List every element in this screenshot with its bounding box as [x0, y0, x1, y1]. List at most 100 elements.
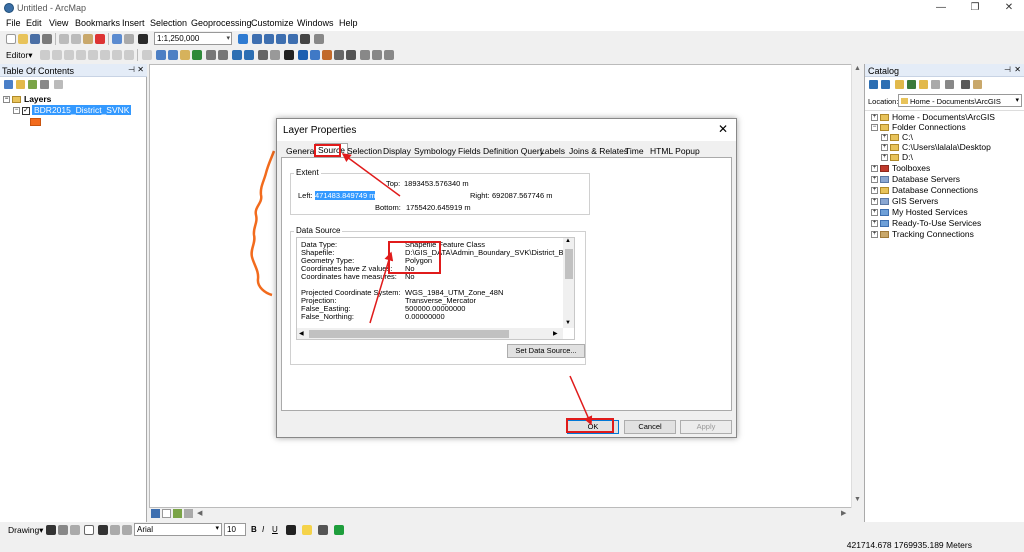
menu-bookmarks[interactable]: Bookmarks — [75, 18, 120, 28]
layer-symbol-swatch[interactable] — [30, 118, 41, 126]
marker-color-icon[interactable] — [334, 525, 344, 535]
font-combo[interactable]: Arial ▾ — [134, 523, 222, 536]
map-scale-combo[interactable]: 1:1,250,000 ▾ — [154, 32, 232, 45]
refresh-icon[interactable] — [173, 509, 182, 518]
editor-toolbar-icon[interactable] — [238, 34, 248, 44]
minimize-button[interactable]: — — [934, 2, 948, 14]
toggle-contents-icon[interactable] — [961, 80, 970, 89]
scroll-up-icon[interactable]: ▲ — [565, 238, 571, 244]
catalog-item-ready-to-use[interactable]: + Ready-To-Use Services — [871, 218, 981, 228]
drawing-menu[interactable]: Drawing▾ — [8, 525, 43, 536]
layers-root[interactable]: − Layers — [3, 94, 51, 104]
arctoolbox-icon[interactable] — [288, 34, 298, 44]
cut-icon[interactable] — [59, 34, 69, 44]
connect-folder-icon[interactable] — [919, 80, 928, 89]
open-icon[interactable] — [18, 34, 28, 44]
callout-icon[interactable] — [110, 525, 120, 535]
close-icon[interactable]: ✕ — [718, 122, 728, 136]
font-color-icon[interactable] — [286, 525, 296, 535]
line-color-icon[interactable] — [318, 525, 328, 535]
catalog-item-database-connections[interactable]: + Database Connections — [871, 185, 978, 195]
go-back-icon[interactable] — [232, 50, 242, 60]
layer-name[interactable]: BDR2015_District_SVNK — [32, 105, 132, 115]
save-icon[interactable] — [30, 34, 40, 44]
scroll-left-icon[interactable]: ◀ — [299, 330, 304, 337]
catalog-item-gis-servers[interactable]: + GIS Servers — [871, 196, 938, 206]
pan-icon[interactable] — [180, 50, 190, 60]
expand-icon[interactable]: + — [871, 187, 878, 195]
collapse-icon[interactable]: − — [13, 107, 20, 115]
menu-customize[interactable]: Customize — [251, 18, 294, 28]
launch-arccatalog-icon[interactable] — [973, 80, 982, 89]
delete-icon[interactable] — [95, 34, 105, 44]
extent-left-value[interactable]: 471483.849749 m — [315, 191, 376, 200]
pin-icon[interactable]: ⊣ — [1004, 65, 1011, 74]
catalog-item-desktop[interactable]: + C:\Users\lalala\Desktop — [881, 142, 991, 152]
paste-icon[interactable] — [83, 34, 93, 44]
go-forward-icon[interactable] — [244, 50, 254, 60]
new-icon[interactable] — [6, 34, 16, 44]
edit-annotation-icon[interactable] — [52, 50, 62, 60]
apply-button[interactable]: Apply — [680, 420, 732, 434]
hyperlink-icon[interactable] — [360, 50, 370, 60]
model-builder-icon[interactable] — [314, 34, 324, 44]
zoom-out-icon[interactable] — [168, 50, 178, 60]
redo-icon[interactable] — [124, 34, 134, 44]
expand-icon[interactable]: + — [871, 209, 878, 217]
edit-tool-icon[interactable] — [40, 50, 50, 60]
restore-button[interactable]: ❐ — [968, 2, 982, 14]
menu-insert[interactable]: Insert — [122, 18, 145, 28]
fixed-zoom-out-icon[interactable] — [218, 50, 228, 60]
close-window-button[interactable]: ✕ — [1002, 2, 1016, 14]
close-icon[interactable]: ✕ — [137, 65, 144, 74]
options-icon[interactable] — [54, 80, 63, 89]
expand-icon[interactable]: + — [871, 198, 878, 206]
menu-edit[interactable]: Edit — [26, 18, 42, 28]
zoom-to-selected-icon[interactable] — [70, 525, 80, 535]
scroll-down-icon[interactable]: ▼ — [854, 496, 861, 503]
font-size-combo[interactable]: 10 — [224, 523, 246, 536]
split-icon[interactable] — [88, 50, 98, 60]
find-icon[interactable] — [310, 50, 320, 60]
data-view-icon[interactable] — [151, 509, 160, 518]
location-combo[interactable]: Home - Documents\ArcGIS ▾ — [898, 94, 1022, 107]
search-window-icon[interactable] — [276, 34, 286, 44]
identify-icon[interactable] — [298, 50, 308, 60]
back-icon[interactable] — [869, 80, 878, 89]
menu-windows[interactable]: Windows — [297, 18, 334, 28]
attributes-icon[interactable] — [112, 50, 122, 60]
expand-icon[interactable]: + — [881, 154, 888, 162]
catalog-item-toolboxes[interactable]: + Toolboxes — [871, 163, 930, 173]
editor-menu[interactable]: Editor▾ — [6, 50, 32, 61]
time-slider-icon[interactable] — [384, 50, 394, 60]
undo-icon[interactable] — [112, 34, 122, 44]
collapse-icon[interactable]: − — [871, 124, 878, 132]
scroll-down-icon[interactable]: ▼ — [565, 320, 571, 326]
expand-icon[interactable]: + — [881, 134, 888, 142]
catalog-window-icon[interactable] — [264, 34, 274, 44]
list-by-selection-icon[interactable] — [40, 80, 49, 89]
add-data-icon[interactable] — [138, 34, 148, 44]
catalog-item-tracking[interactable]: + Tracking Connections — [871, 229, 974, 239]
info-horizontal-scrollbar[interactable]: ◀ ▶ — [297, 328, 563, 339]
fixed-zoom-in-icon[interactable] — [206, 50, 216, 60]
rotate-icon[interactable] — [100, 50, 110, 60]
expand-icon[interactable]: + — [871, 220, 878, 228]
select-elements-icon[interactable] — [46, 525, 56, 535]
python-icon[interactable] — [300, 34, 310, 44]
scroll-right-icon[interactable]: ▶ — [553, 330, 558, 337]
scroll-up-icon[interactable]: ▲ — [854, 65, 861, 72]
map-horizontal-scrollbar[interactable]: ◀ ▶ — [149, 508, 863, 520]
measure-icon[interactable] — [346, 50, 356, 60]
sketch-icon[interactable] — [76, 50, 86, 60]
menu-help[interactable]: Help — [339, 18, 358, 28]
cancel-button[interactable]: Cancel — [624, 420, 676, 434]
bold-icon[interactable]: B — [251, 525, 257, 534]
select-features-icon[interactable] — [258, 50, 268, 60]
edit-vertices-icon[interactable] — [122, 525, 132, 535]
scrollbar-thumb[interactable] — [309, 330, 509, 338]
print-icon[interactable] — [42, 34, 52, 44]
list-by-visibility-icon[interactable] — [28, 80, 37, 89]
toc-layer-row[interactable]: − ✓ BDR2015_District_SVNK — [13, 105, 132, 115]
catalog-item-database-servers[interactable]: + Database Servers — [871, 174, 960, 184]
